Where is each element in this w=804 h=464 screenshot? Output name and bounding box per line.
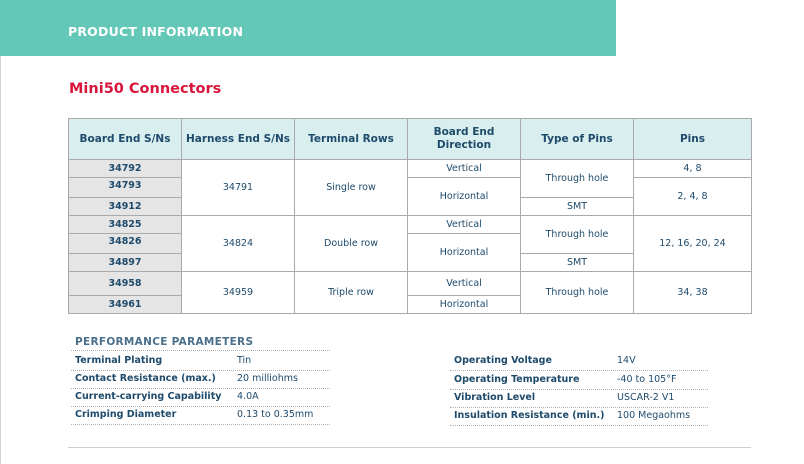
pin-type-cell: SMT [520, 253, 634, 272]
param-row: Contact Resistance (max.) 20 milliohms [71, 370, 330, 389]
param-value: 0.13 to 0.35mm [237, 409, 314, 420]
board-sn-cell: 34825 [68, 215, 182, 234]
table-row: 34792 34791 Single row Vertical Through … [68, 159, 752, 216]
param-row: Current-carrying Capability 4.0A [71, 388, 330, 407]
param-row: Operating Temperature -40 to 105°F [450, 371, 708, 390]
bottom-divider [68, 447, 751, 448]
param-value: -40 to 105°F [617, 374, 677, 385]
pin-type-cell: Through hole [520, 159, 634, 198]
col-header-harness-sns: Harness End S/Ns [181, 118, 295, 160]
param-label: Insulation Resistance (min.) [454, 410, 605, 421]
col-header-pin-type: Type of Pins [520, 118, 634, 160]
board-sn-cell: 34958 [68, 271, 182, 296]
param-row: Insulation Resistance (min.) 100 Megaohm… [450, 407, 708, 426]
harness-sn-cell: 34791 [181, 159, 295, 216]
param-value: 100 Megaohms [617, 410, 691, 421]
board-sn-cell: 34897 [68, 253, 182, 272]
direction-cell: Vertical [407, 159, 521, 178]
param-value: USCAR-2 V1 [617, 392, 675, 403]
pin-type-cell: SMT [520, 197, 634, 216]
param-label: Current-carrying Capability [75, 391, 222, 402]
board-sn-cell: 34793 [68, 177, 182, 198]
table-row: 34825 34824 Double row Vertical Through … [68, 215, 752, 272]
page-title: Mini50 Connectors [69, 81, 222, 97]
terminal-rows-cell: Triple row [294, 271, 408, 314]
param-label: Contact Resistance (max.) [75, 373, 216, 384]
col-header-direction: Board End Direction [407, 118, 521, 160]
header-title: PRODUCT INFORMATION [68, 24, 244, 39]
table-header-row: Board End S/Ns Harness End S/Ns Terminal… [68, 118, 752, 160]
direction-cell: Horizontal [407, 233, 521, 272]
pins-cell: 4, 8 [633, 159, 752, 178]
harness-sn-cell: 34824 [181, 215, 295, 272]
param-value: 20 milliohms [237, 373, 298, 384]
direction-cell: Vertical [407, 215, 521, 234]
param-row: Vibration Level USCAR-2 V1 [450, 389, 708, 408]
pin-type-cell: Through hole [520, 271, 634, 314]
section-divider [71, 350, 330, 351]
board-sn-cell: 34961 [68, 295, 182, 314]
board-sn-cell: 34826 [68, 233, 182, 254]
param-value: 4.0A [237, 391, 259, 402]
param-label: Operating Temperature [454, 374, 580, 385]
pins-cell: 12, 16, 20, 24 [633, 215, 752, 272]
terminal-rows-cell: Single row [294, 159, 408, 216]
terminal-rows-cell: Double row [294, 215, 408, 272]
param-label: Vibration Level [454, 392, 536, 403]
col-header-terminal-rows: Terminal Rows [294, 118, 408, 160]
direction-cell: Vertical [407, 271, 521, 296]
board-sn-cell: 34912 [68, 197, 182, 216]
param-value: 14V [617, 355, 636, 366]
direction-cell: Horizontal [407, 295, 521, 314]
connector-spec-table: Board End S/Ns Harness End S/Ns Terminal… [68, 118, 752, 314]
table-row: 34958 34959 Triple row Vertical Through … [68, 271, 752, 314]
performance-section-title: PERFORMANCE PARAMETERS [75, 336, 254, 348]
harness-sn-cell: 34959 [181, 271, 295, 314]
param-row: Crimping Diameter 0.13 to 0.35mm [71, 406, 330, 425]
param-label: Terminal Plating [75, 355, 163, 366]
left-border-rule [0, 56, 1, 464]
pins-cell: 34, 38 [633, 271, 752, 314]
param-label: Operating Voltage [454, 355, 552, 366]
pins-cell: 2, 4, 8 [633, 177, 752, 216]
board-sn-cell: 34792 [68, 159, 182, 178]
param-row: Terminal Plating Tin [71, 352, 330, 371]
pin-type-cell: Through hole [520, 215, 634, 254]
param-row: Operating Voltage 14V [450, 352, 708, 371]
param-label: Crimping Diameter [75, 409, 177, 420]
direction-cell: Horizontal [407, 177, 521, 216]
param-value: Tin [237, 355, 252, 366]
col-header-pins: Pins [633, 118, 752, 160]
col-header-board-sns: Board End S/Ns [68, 118, 182, 160]
